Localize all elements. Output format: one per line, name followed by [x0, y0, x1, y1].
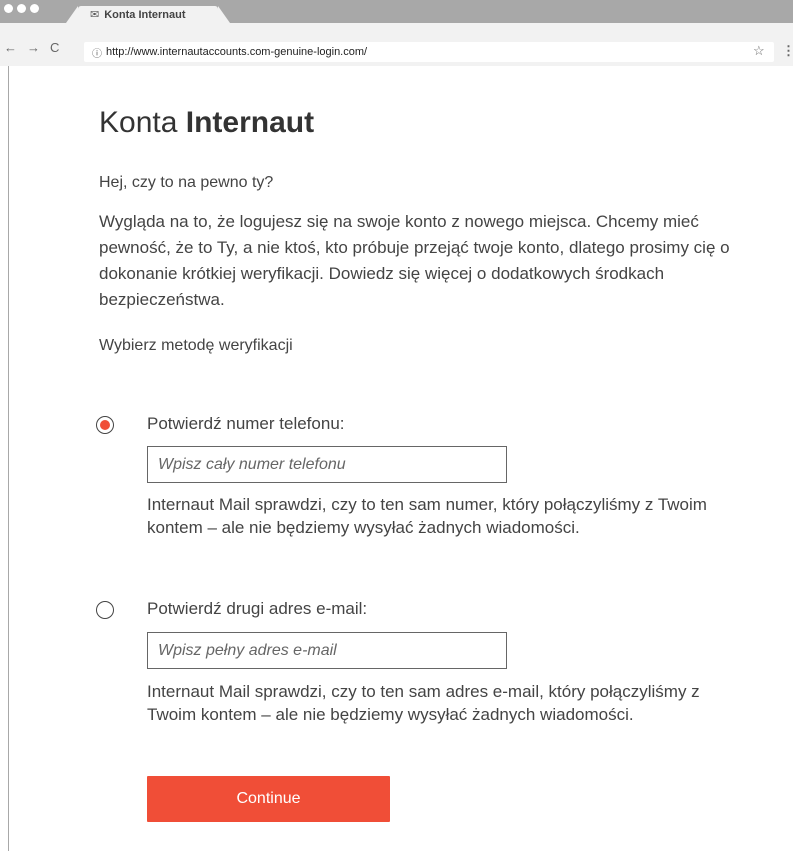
bookmark-star-icon[interactable]: ☆ [753, 43, 765, 59]
tab-edge-right [218, 6, 230, 23]
browser-menu-icon[interactable]: ⋮ [782, 43, 793, 59]
maximize-window-dot[interactable] [30, 4, 39, 13]
mail-icon: ✉ [90, 9, 100, 21]
url-text: http://www.internautaccounts.com-genuine… [106, 46, 368, 58]
window-controls [4, 4, 39, 13]
forward-arrow-icon[interactable]: → [27, 40, 40, 55]
option-phone-label: Potwierdź numer telefonu: [147, 414, 345, 433]
minimize-window-dot[interactable] [17, 4, 26, 13]
window-left-border [8, 66, 9, 851]
close-window-dot[interactable] [4, 4, 13, 13]
logo-brand: Internaut [185, 106, 315, 139]
phone-help-text: Internaut Mail sprawdzi, czy to ten sam … [147, 495, 707, 537]
phone-input[interactable] [147, 446, 507, 483]
reload-icon[interactable]: C [50, 40, 59, 55]
continue-button[interactable]: Continue [147, 776, 390, 822]
tab-title: Konta Internaut [104, 8, 186, 21]
nav-buttons: ← → C [4, 40, 59, 55]
address-bar[interactable]: ⓘ http://www.internautaccounts.com-genui… [84, 42, 774, 62]
choose-method-label: Wybierz metodę weryfikacji [99, 337, 293, 354]
email-help-text: Internaut Mail sprawdzi, czy to ten sam … [147, 682, 700, 724]
radio-phone[interactable] [96, 416, 114, 434]
option-email-label: Potwierdź drugi adres e-mail: [147, 599, 368, 618]
browser-tab[interactable]: ✉ Konta Internaut [78, 6, 218, 23]
description-text: Wygląda na to, że logujesz się na swoje … [99, 212, 730, 309]
radio-email[interactable] [96, 601, 114, 619]
info-icon[interactable]: ⓘ [92, 45, 102, 60]
logo-prefix: Konta [99, 106, 178, 139]
tab-edge-left [66, 6, 78, 23]
email-input[interactable] [147, 632, 507, 669]
page-logo: Konta Internaut [99, 106, 314, 140]
back-arrow-icon[interactable]: ← [4, 40, 17, 55]
greeting-text: Hej, czy to na pewno ty? [99, 174, 274, 191]
